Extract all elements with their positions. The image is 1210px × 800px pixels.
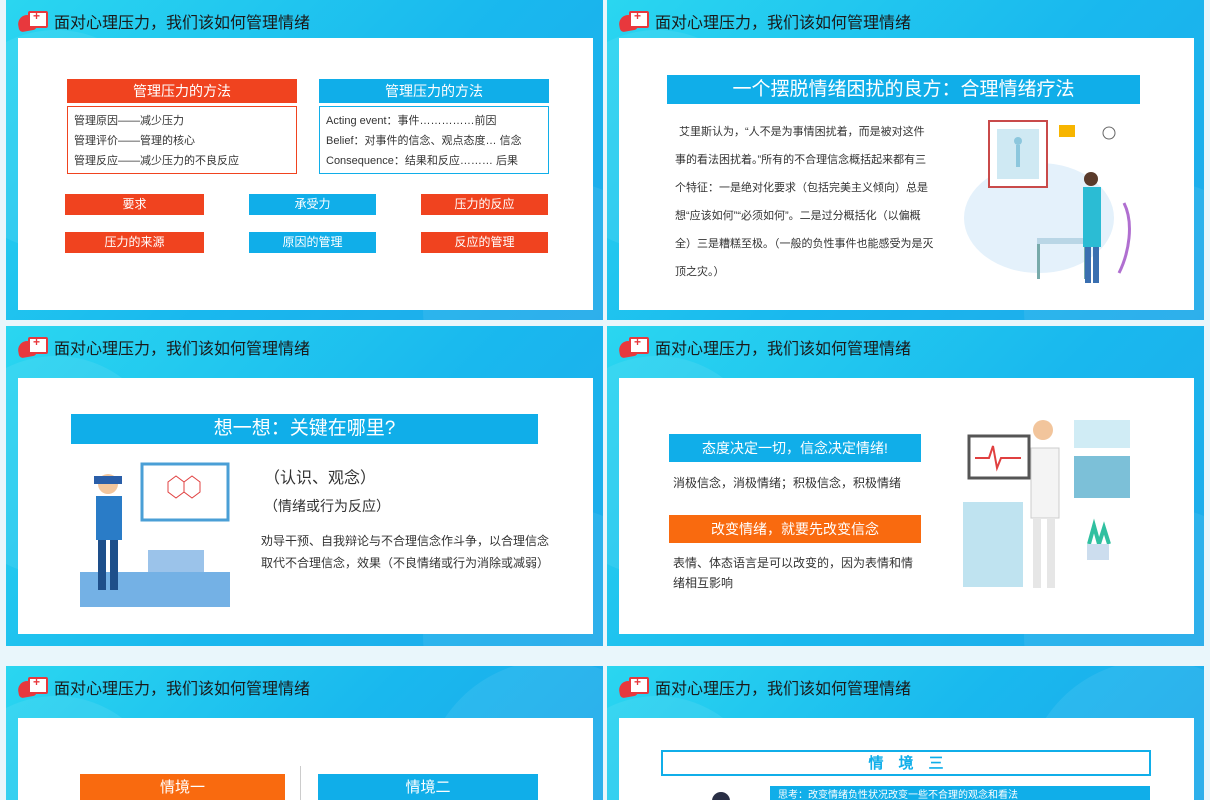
medical-heart-icon (617, 335, 649, 359)
slide-header: 面对心理压力，我们该如何管理情绪 (617, 334, 911, 360)
content-panel: 态度决定一切，信念决定情绪! 消极信念，消极情绪；积极信念，积极情绪 改变情绪，… (619, 378, 1194, 634)
nurse-illustration (80, 462, 230, 607)
medical-heart-icon (16, 9, 48, 33)
slide-header: 面对心理压力，我们该如何管理情绪 (16, 8, 310, 34)
slide-header: 面对心理压力，我们该如何管理情绪 (16, 674, 310, 700)
medical-heart-icon (16, 335, 48, 359)
slide-title: 面对心理压力，我们该如何管理情绪 (54, 15, 311, 32)
scenario-2: 情境二 (318, 774, 538, 800)
tag-tolerance: 承受力 (249, 194, 376, 215)
think-title: 想一想：关键在哪里? (71, 414, 538, 444)
method-line: 管理反应——减少压力的不良反应 (74, 155, 239, 167)
scenario-3-title: 情 境 三 (661, 750, 1151, 776)
content-panel: 管理压力的方法 管理原因——减少压力 管理评价——管理的核心 管理反应——减少压… (18, 38, 593, 310)
intervention-text: 劝导干预、自我辩论与不合理信念作斗争，以合理信念取代不合理信念，效果（不良情绪或… (261, 534, 550, 570)
method-box-right: Acting event：事件……………前因 Belief：对事件的信念、观点态… (319, 106, 549, 174)
scenario-1: 情境一 (80, 774, 285, 800)
change-text: 表情、体态语言是可以改变的，因为表情和情绪相互影响 (673, 556, 914, 590)
content-panel: 情境一 情境二 (18, 718, 593, 800)
slide-6[interactable]: 面对心理压力，我们该如何管理情绪 情 境 三 思考：改变情绪负性状况改变一些不合… (607, 666, 1204, 800)
doctor-illustration (964, 120, 1131, 283)
slide-2[interactable]: 面对心理压力，我们该如何管理情绪 一个摆脱情绪困扰的良方：合理情绪疗法 艾里斯认… (607, 0, 1204, 320)
attitude-text: 消极信念，消极情绪；积极信念，积极情绪 (673, 476, 902, 490)
tag-cause-mgmt: 原因的管理 (249, 232, 376, 253)
therapy-body: 艾里斯认为，“人不是为事情困扰着，而是被对这件事的看法困扰着。”所有的不合理信念… (675, 126, 934, 278)
slide-title: 面对心理压力，我们该如何管理情绪 (655, 15, 912, 32)
slide-title: 面对心理压力，我们该如何管理情绪 (54, 341, 311, 358)
content-panel: 一个摆脱情绪困扰的良方：合理情绪疗法 艾里斯认为，“人不是为事情困扰着，而是被对… (619, 38, 1194, 310)
method-header-right: 管理压力的方法 (319, 79, 549, 103)
tag-reaction: 压力的反应 (421, 194, 548, 215)
attitude-head: 态度决定一切，信念决定情绪! (669, 434, 921, 462)
method-box-left: 管理原因——减少压力 管理评价——管理的核心 管理反应——减少压力的不良反应 (67, 106, 297, 174)
tag-source: 压力的来源 (65, 232, 204, 253)
medical-heart-icon (16, 675, 48, 699)
method-line: Belief：对事件的信念、观点态度… 信念 (326, 135, 522, 147)
slide-header: 面对心理压力，我们该如何管理情绪 (617, 674, 911, 700)
slide-title: 面对心理压力，我们该如何管理情绪 (655, 681, 912, 698)
cognition-text: （认识、观念） (264, 470, 377, 487)
method-header-left: 管理压力的方法 (67, 79, 297, 103)
tag-demand: 要求 (65, 194, 204, 215)
divider (300, 766, 301, 800)
content-panel: 想一想：关键在哪里? （认识、观念） （情绪或行为反应） 劝导干预、自我辩论与不… (18, 378, 593, 634)
slide-1[interactable]: 面对心理压力，我们该如何管理情绪 管理压力的方法 管理原因——减少压力 管理评价… (6, 0, 603, 320)
slide-header: 面对心理压力，我们该如何管理情绪 (16, 334, 310, 360)
doctor-illustration (963, 420, 1130, 588)
slide-title: 面对心理压力，我们该如何管理情绪 (54, 681, 311, 698)
therapy-title: 一个摆脱情绪困扰的良方：合理情绪疗法 (667, 75, 1140, 104)
medical-heart-icon (617, 675, 649, 699)
slide-4[interactable]: 面对心理压力，我们该如何管理情绪 态度决定一切，信念决定情绪! 消极信念，消极情… (607, 326, 1204, 646)
reaction-text: （情绪或行为反应） (264, 498, 390, 514)
method-line: 管理原因——减少压力 (74, 115, 184, 127)
method-line: Acting event：事件……………前因 (326, 115, 497, 127)
content-panel: 情 境 三 思考：改变情绪负性状况改变一些不合理的观念和看法 (619, 718, 1194, 800)
medical-heart-icon (617, 9, 649, 33)
person-head-icon (712, 792, 730, 800)
method-line: Consequence：结果和反应……… 后果 (326, 155, 518, 167)
method-line: 管理评价——管理的核心 (74, 135, 195, 147)
scenario-3-sub: 思考：改变情绪负性状况改变一些不合理的观念和看法 (770, 786, 1150, 800)
change-head: 改变情绪，就要先改变信念 (669, 515, 921, 543)
slide-title: 面对心理压力，我们该如何管理情绪 (655, 341, 912, 358)
tag-reaction-mgmt: 反应的管理 (421, 232, 548, 253)
slide-header: 面对心理压力，我们该如何管理情绪 (617, 8, 911, 34)
slide-3[interactable]: 面对心理压力，我们该如何管理情绪 想一想：关键在哪里? （认识、观念） （情绪或… (6, 326, 603, 646)
slide-5[interactable]: 面对心理压力，我们该如何管理情绪 情境一 情境二 (6, 666, 603, 800)
